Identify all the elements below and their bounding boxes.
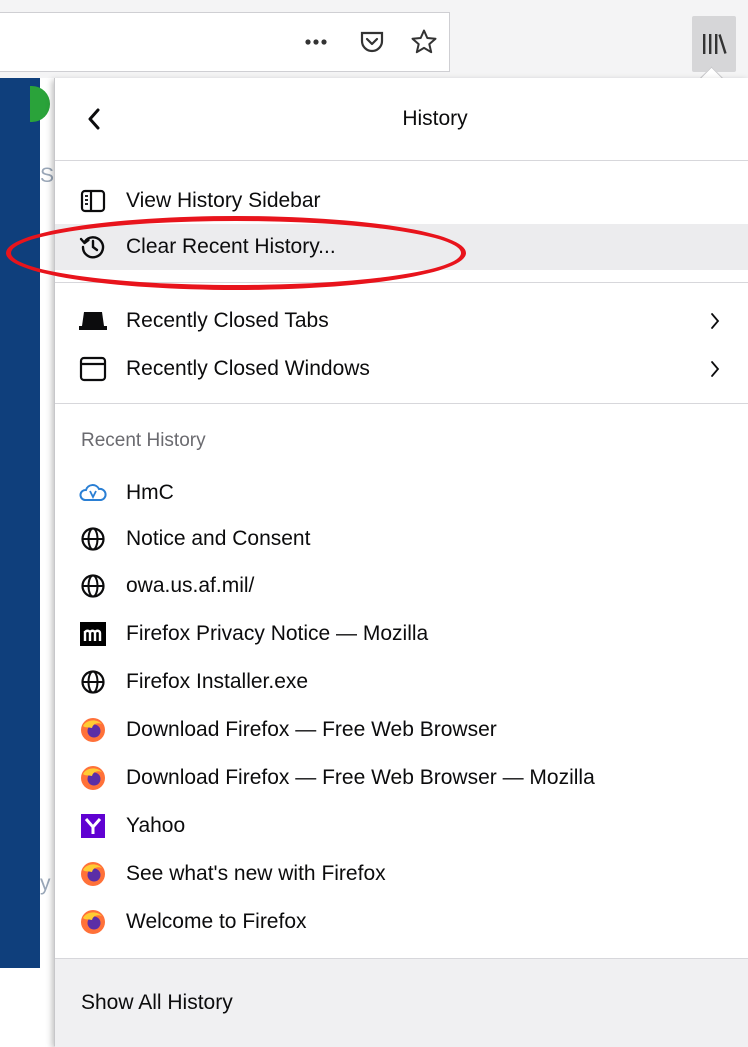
pocket-icon[interactable]: [352, 12, 392, 72]
chevron-left-icon: [86, 107, 102, 131]
chevron-right-icon: [703, 298, 727, 344]
history-item[interactable]: HmC: [55, 470, 748, 516]
history-item-label: owa.us.af.mil/: [126, 574, 255, 597]
history-item[interactable]: Yahoo: [55, 803, 748, 849]
history-item-label: HmC: [126, 481, 174, 504]
history-item[interactable]: Notice and Consent: [55, 516, 748, 562]
history-item[interactable]: Firefox Privacy Notice — Mozilla: [55, 611, 748, 657]
recently-closed-tabs-item[interactable]: Recently Closed Tabs: [55, 298, 748, 344]
globe-icon: [77, 659, 109, 705]
back-button[interactable]: [71, 96, 117, 142]
history-item[interactable]: Download Firefox — Free Web Browser: [55, 707, 748, 753]
clear-recent-history-label: Clear Recent History...: [126, 235, 336, 258]
history-icon: [77, 224, 109, 270]
firefox-icon: [77, 899, 109, 945]
cloud-icon: [77, 470, 109, 516]
globe-icon: [77, 563, 109, 609]
panel-header: History: [55, 78, 748, 161]
library-icon: [700, 31, 728, 57]
clear-recent-history-item[interactable]: Clear Recent History...: [55, 224, 748, 270]
history-panel: History View History Sidebar Clear Recen…: [54, 78, 748, 1047]
view-history-sidebar-label: View History Sidebar: [126, 189, 321, 212]
history-item-label: Yahoo: [126, 814, 186, 837]
page-sidebar-strip: [0, 78, 40, 968]
star-icon[interactable]: [404, 12, 444, 72]
history-item[interactable]: Welcome to Firefox: [55, 899, 748, 945]
chevron-right-icon: [703, 346, 727, 392]
sidebar-icon: [77, 178, 109, 224]
show-all-history-button[interactable]: Show All History: [55, 958, 748, 1047]
history-item[interactable]: Download Firefox — Free Web Browser — Mo…: [55, 755, 748, 801]
window-icon: [77, 346, 109, 392]
library-button[interactable]: [692, 16, 736, 72]
view-history-sidebar-item[interactable]: View History Sidebar: [55, 178, 748, 224]
history-item-label: Download Firefox — Free Web Browser: [126, 718, 497, 741]
yahoo-icon: [77, 803, 109, 849]
history-item-label: Firefox Installer.exe: [126, 670, 309, 693]
history-item-label: See what's new with Firefox: [126, 862, 386, 885]
history-item[interactable]: owa.us.af.mil/: [55, 563, 748, 609]
separator: [55, 282, 748, 283]
recently-closed-windows-label: Recently Closed Windows: [126, 357, 370, 380]
firefox-icon: [77, 707, 109, 753]
recent-history-heading: Recent History: [81, 430, 206, 451]
recently-closed-tabs-label: Recently Closed Tabs: [126, 309, 329, 332]
tab-icon: [77, 298, 109, 344]
page-text-fragment: y: [40, 872, 51, 895]
firefox-icon: [77, 755, 109, 801]
history-item[interactable]: See what's new with Firefox: [55, 851, 748, 897]
history-item-label: Notice and Consent: [126, 527, 311, 550]
history-item-label: Firefox Privacy Notice — Mozilla: [126, 622, 429, 645]
browser-toolbar: [0, 0, 748, 78]
mozilla-icon: [77, 611, 109, 657]
history-item-label: Welcome to Firefox: [126, 910, 307, 933]
recently-closed-windows-item[interactable]: Recently Closed Windows: [55, 346, 748, 392]
firefox-icon: [77, 851, 109, 897]
panel-title: History: [402, 107, 468, 130]
ellipsis-icon[interactable]: [294, 12, 338, 72]
history-item[interactable]: Firefox Installer.exe: [55, 659, 748, 705]
history-item-label: Download Firefox — Free Web Browser — Mo…: [126, 766, 595, 789]
show-all-history-label: Show All History: [81, 991, 233, 1014]
separator: [55, 403, 748, 404]
globe-icon: [77, 516, 109, 562]
